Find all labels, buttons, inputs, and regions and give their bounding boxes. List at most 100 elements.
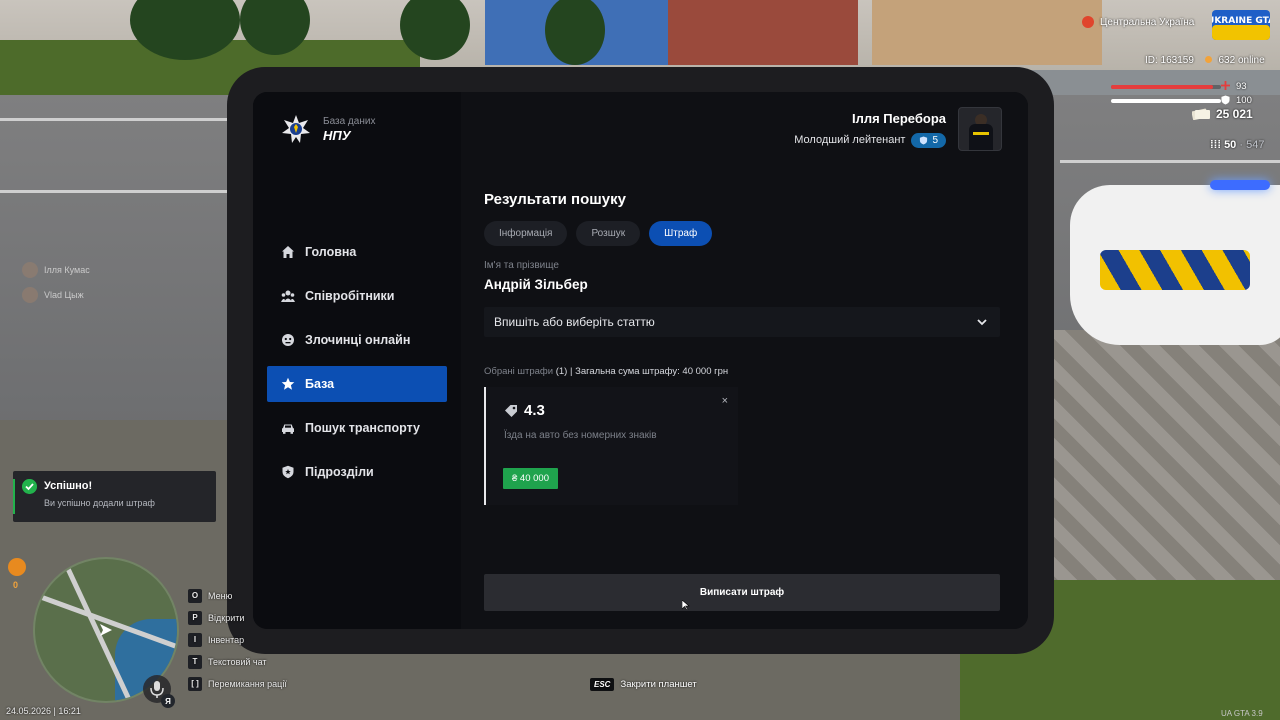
car-icon xyxy=(282,424,294,434)
tab-wanted[interactable]: Розшук xyxy=(576,221,641,246)
player-arrow-icon xyxy=(100,624,112,636)
player-id-line: ID: 163159 632 online xyxy=(1145,55,1265,66)
player-name: Ілля Кумас xyxy=(44,265,90,275)
keybind-hints: O Меню P Відкрити I Інвентар T Текстовий чат… xyxy=(188,588,287,698)
list-item: Ілля Кумас xyxy=(22,262,90,278)
health-icon xyxy=(1221,81,1230,90)
summary-label: Обрані штрафи xyxy=(484,366,554,377)
rank-level-badge: 5 xyxy=(911,132,946,148)
esc-label: Закрити планшет xyxy=(620,679,697,690)
ammo-total: 547 xyxy=(1246,139,1265,151)
ammo-display: ⁞⁞⁞ 50 · 547 xyxy=(1210,139,1264,151)
building-brick xyxy=(668,0,858,65)
check-icon xyxy=(22,479,37,494)
sidebar-nav: Головна Співробітники Злочинці онлайн Ба… xyxy=(267,234,447,498)
tab-fine[interactable]: Штраф xyxy=(649,221,713,246)
money-display: 25 021 xyxy=(1192,107,1253,121)
list-item: T Текстовий чат xyxy=(188,654,287,669)
summary-count: (1) xyxy=(555,366,568,377)
health-bar-fill xyxy=(1111,85,1214,89)
key-cap: O xyxy=(188,588,202,603)
region-indicator: Центральна Україна xyxy=(1082,16,1194,28)
sidebar-item-database[interactable]: База xyxy=(267,366,447,402)
list-item: I Інвентар xyxy=(188,632,287,647)
sidebar-item-vehicle-search[interactable]: Пошук транспорту xyxy=(267,410,447,446)
issue-fine-button[interactable]: Виписати штраф xyxy=(484,574,1000,611)
name-field-label: Ім'я та прізвище xyxy=(484,260,559,271)
building-beige xyxy=(872,0,1102,65)
key-label: Текстовий чат xyxy=(208,656,267,667)
list-item: O Меню xyxy=(188,588,287,603)
date-time: 24.05.2026 | 16:21 xyxy=(6,706,81,716)
summary-total: | Загальна сума штрафу: 40 000 грн xyxy=(569,366,729,377)
sidebar-item-label: База xyxy=(305,377,335,391)
road-marking xyxy=(1060,160,1280,163)
armor-value: 100 xyxy=(1236,95,1252,106)
key-label: Меню xyxy=(208,590,233,601)
list-item: Vlad Цыж xyxy=(22,287,90,303)
tab-information[interactable]: Інформація xyxy=(484,221,568,246)
bullets-icon: ⁞⁞⁞ xyxy=(1210,139,1221,151)
mask-icon xyxy=(282,334,294,346)
result-tabs: Інформація Розшук Штраф xyxy=(484,221,721,246)
tag-icon xyxy=(505,404,517,417)
person-name: Андрій Зільбер xyxy=(484,277,588,292)
sidebar-item-employees[interactable]: Співробітники xyxy=(267,278,447,314)
mouse-cursor-icon xyxy=(682,600,690,610)
armor-bar-track xyxy=(1111,99,1221,103)
key-cap: [ ] xyxy=(188,676,202,691)
notification-text: Ви успішно додали штраф xyxy=(44,498,155,508)
sidebar-item-label: Пошук транспорту xyxy=(305,421,420,435)
page-title: Результати пошуку xyxy=(484,191,626,208)
brand-subtitle: База даних xyxy=(323,115,376,127)
list-item: [ ] Перемикання рації xyxy=(188,676,287,691)
success-notification: Успішно! Ви успішно додали штраф xyxy=(13,471,216,522)
badge-shield-icon xyxy=(920,135,928,145)
user-profile: Ілля Перебора Молодший лейтенант 5 xyxy=(794,107,1002,151)
sidebar: База даних НПУ Головна Співробітники Зло… xyxy=(253,92,461,629)
game-logo: UKRAINE GTA xyxy=(1212,10,1270,40)
key-cap: P xyxy=(188,610,202,625)
player-id: ID: 163159 xyxy=(1145,55,1194,66)
key-label: Перемикання рації xyxy=(208,678,287,689)
list-item: P Відкрити xyxy=(188,610,287,625)
key-label: Інвентар xyxy=(208,634,245,645)
health-bar-track xyxy=(1111,85,1221,89)
chevron-down-icon xyxy=(977,319,987,326)
cash-icon xyxy=(1192,108,1210,120)
armor-bar-fill xyxy=(1111,99,1221,103)
sidebar-item-label: Співробітники xyxy=(305,289,395,303)
remove-fine-button[interactable]: × xyxy=(722,395,728,407)
fine-description: Їзда на авто без номерних знаків xyxy=(504,430,657,441)
article-select-placeholder: Впишіть або виберіть статтю xyxy=(494,315,655,329)
user-name: Ілля Перебора xyxy=(851,110,946,126)
sidebar-item-criminals-online[interactable]: Злочинці онлайн xyxy=(267,322,447,358)
police-car-siren xyxy=(1210,180,1270,190)
close-tablet-hint: ESC Закрити планшет xyxy=(590,678,697,691)
region-icon xyxy=(1082,16,1094,28)
ammo-separator: · xyxy=(1239,139,1244,151)
ammo-current: 50 xyxy=(1224,139,1237,151)
rank-level: 5 xyxy=(932,134,938,146)
users-icon xyxy=(281,290,295,302)
avatar xyxy=(22,262,38,278)
language-indicator: Я xyxy=(161,694,175,708)
brand-title: НПУ xyxy=(323,127,351,143)
avatar xyxy=(958,107,1002,151)
game-logo-text: UKRAINE GTA xyxy=(1212,16,1270,26)
sidebar-item-label: Головна xyxy=(305,245,357,259)
road-marking xyxy=(0,190,230,193)
hunger-value: 0 xyxy=(13,580,19,590)
fine-card: × 4.3 Їзда на авто без номерних знаків ₴… xyxy=(484,387,738,505)
fine-article-code: 4.3 xyxy=(524,402,545,419)
sidebar-item-home[interactable]: Головна xyxy=(267,234,447,270)
fine-amount-badge: ₴ 40 000 xyxy=(503,468,558,489)
article-select[interactable]: Впишіть або виберіть статтю xyxy=(484,307,1000,337)
online-count: 632 online xyxy=(1218,55,1265,66)
tablet-screen: База даних НПУ Головна Співробітники Зло… xyxy=(253,92,1028,629)
user-rank: Молодший лейтенант xyxy=(794,134,906,146)
avatar xyxy=(22,287,38,303)
health-value: 93 xyxy=(1236,81,1247,92)
sidebar-item-units[interactable]: Підрозділи xyxy=(267,454,447,490)
sidebar-item-label: Злочинці онлайн xyxy=(305,333,411,347)
